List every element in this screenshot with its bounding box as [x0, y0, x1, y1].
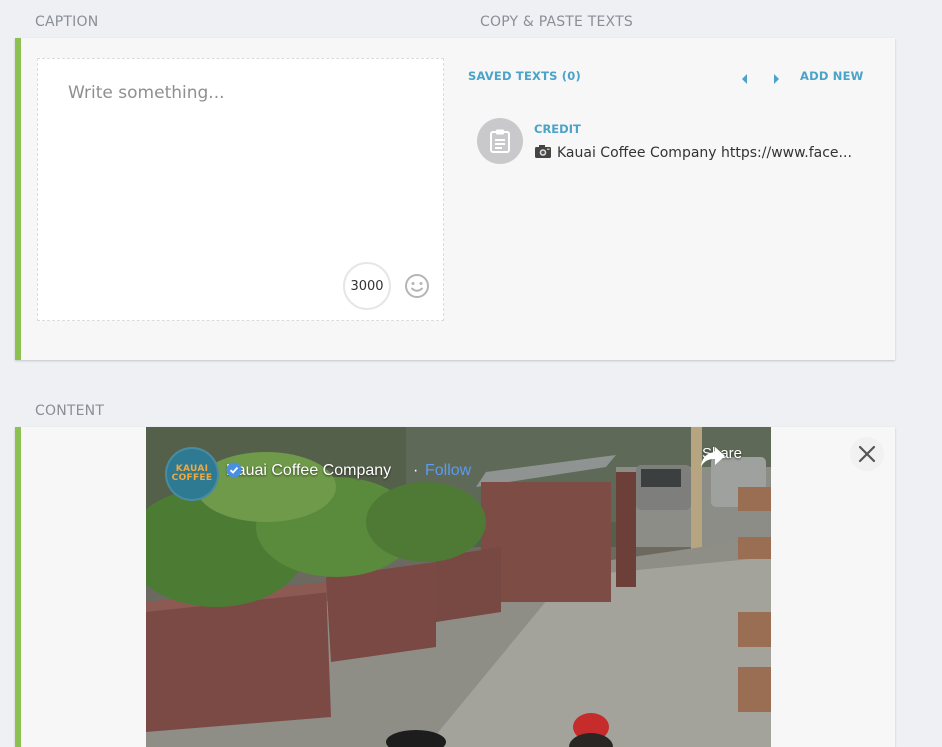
share-button[interactable]: Share	[699, 445, 745, 467]
page-name[interactable]: Kauai Coffee Company	[226, 462, 397, 480]
add-new-button[interactable]: ADD NEW	[800, 69, 864, 83]
saved-item-text: Kauai Coffee Company https://www.face...	[534, 144, 852, 163]
saved-texts-label: SAVED TEXTS (0)	[468, 69, 581, 83]
chevron-right-icon[interactable]	[770, 70, 782, 84]
char-counter: 3000	[343, 262, 391, 310]
follow-button[interactable]: Follow	[425, 462, 471, 480]
saved-item-text-value: Kauai Coffee Company https://www.face...	[557, 145, 852, 161]
caption-input[interactable]: Write something... 3000	[37, 58, 444, 321]
chevron-left-icon[interactable]	[739, 70, 751, 84]
close-icon[interactable]	[850, 437, 884, 471]
caption-placeholder: Write something...	[68, 83, 225, 103]
clipboard-icon	[477, 118, 523, 164]
page-avatar[interactable]: KAUAI COFFEE	[165, 447, 219, 501]
content-section-label: CONTENT	[35, 403, 105, 419]
camera-icon	[534, 144, 552, 163]
saved-item-title: CREDIT	[534, 122, 581, 136]
emoji-icon[interactable]	[404, 273, 430, 299]
saved-text-item[interactable]: CREDIT Kauai Coffee Company https://www.…	[477, 116, 877, 168]
caption-card: Write something... 3000 SAVED TEXTS (0) …	[15, 38, 895, 360]
page-name-text[interactable]: Kauai Coffee Company	[226, 462, 391, 479]
content-card: KAUAI COFFEE Kauai Coffee Company · Foll…	[15, 427, 895, 747]
caption-section-label: CAPTION	[35, 14, 99, 30]
video-embed[interactable]: KAUAI COFFEE Kauai Coffee Company · Foll…	[146, 427, 771, 747]
separator-dot: ·	[413, 462, 419, 479]
copy-paste-section-label: COPY & PASTE TEXTS	[480, 14, 633, 30]
